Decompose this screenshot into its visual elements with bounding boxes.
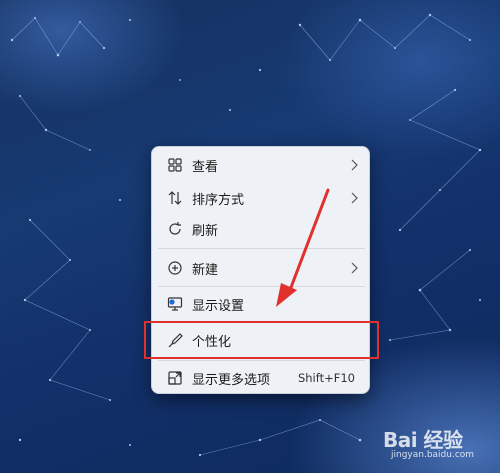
baidu-jingyan-watermark: Bai 经验 jingyan.baidu.com bbox=[383, 424, 495, 464]
watermark-text: Bai 经验 bbox=[383, 428, 463, 452]
annotation-arrow bbox=[276, 188, 330, 307]
watermark-url: jingyan.baidu.com bbox=[391, 450, 475, 460]
